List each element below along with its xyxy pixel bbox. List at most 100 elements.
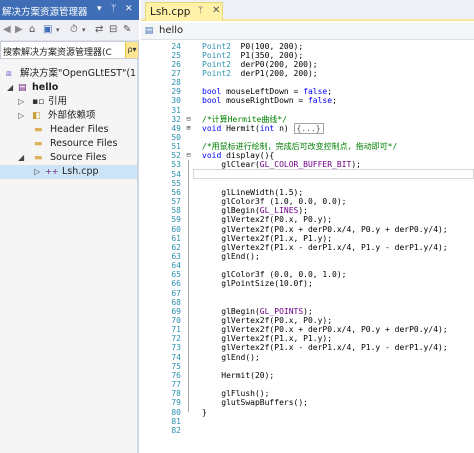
code-text: glVertex2f(P1.x - derP1.x/4, P1.y - derP… bbox=[202, 242, 448, 252]
code-text: } bbox=[202, 407, 207, 417]
line-number: 49 bbox=[171, 123, 181, 133]
code-text: Point2 derP0(200, 200); bbox=[202, 59, 318, 69]
dropdown-icon[interactable]: ▾ bbox=[97, 3, 102, 15]
line-number: 82 bbox=[171, 425, 181, 435]
line-number: 65 bbox=[171, 270, 181, 280]
line-number: 64 bbox=[171, 261, 181, 271]
code-line: 56 glLineWidth(1.5); bbox=[141, 188, 474, 197]
references-icon: ▪▫ bbox=[32, 97, 45, 107]
cpp-file-icon: ++ bbox=[45, 167, 59, 176]
code-line: 78 glFlush(); bbox=[141, 389, 474, 398]
pending-changes-dropdown-icon[interactable]: ▾ bbox=[82, 24, 86, 36]
code-line: 77 bbox=[141, 380, 474, 389]
tree-item-external-deps[interactable]: ▷ ◧ 外部依赖项 bbox=[0, 109, 137, 123]
close-icon[interactable]: ✕ bbox=[125, 3, 133, 15]
code-line: 25 Point2 P1(350, 200); bbox=[141, 51, 474, 60]
code-text: glColor3f (1.0, 0.0, 0.0); bbox=[202, 197, 347, 207]
close-icon[interactable]: ✕ bbox=[212, 5, 220, 16]
line-number: 58 bbox=[171, 206, 181, 216]
collapse-all-icon[interactable]: ⊟ bbox=[109, 24, 117, 36]
solution-explorer-titlebar: 解决方案资源管理器 ▾ ᛘ ✕ bbox=[0, 0, 139, 20]
code-line: 70 glVertex2f(P0.x, P0.y); bbox=[141, 316, 474, 325]
pin-icon[interactable]: ᛘ bbox=[111, 3, 116, 15]
collapse-icon[interactable]: ⊟ bbox=[184, 151, 193, 160]
code-line: 31 bbox=[141, 106, 474, 115]
code-line: 64 bbox=[141, 261, 474, 270]
navigation-bar: ▤ hello bbox=[141, 23, 474, 40]
tree-item-references[interactable]: ▷ ▪▫ 引用 bbox=[0, 95, 137, 109]
collapsed-arrow-icon[interactable]: ▷ bbox=[18, 110, 24, 122]
code-text: void Hermit(int n) {...} bbox=[202, 122, 324, 134]
sync-icon[interactable]: ⇄ bbox=[95, 24, 103, 36]
line-number: 70 bbox=[171, 316, 181, 325]
code-text: glBegin(GL_LINES); bbox=[202, 206, 308, 216]
code-line: 79 glutSwapBuffers(); bbox=[141, 398, 474, 407]
switch-views-dropdown-icon[interactable]: ▾ bbox=[56, 24, 60, 36]
switch-views-icon[interactable]: ▣ bbox=[43, 24, 52, 36]
pending-changes-icon[interactable]: ⏱ bbox=[70, 24, 78, 36]
line-number: 53 bbox=[171, 160, 181, 170]
code-line: 82 bbox=[141, 426, 474, 435]
code-text: glVertex2f(P0.x, P0.y); bbox=[202, 316, 333, 325]
code-line: 52 ⊟ void display(){ bbox=[141, 151, 474, 160]
line-number: 60 bbox=[171, 224, 181, 234]
code-text: Point2 P1(350, 200); bbox=[202, 50, 304, 60]
collapsed-arrow-icon[interactable]: ▷ bbox=[18, 96, 24, 108]
code-text: glEnd(); bbox=[202, 352, 260, 362]
back-icon[interactable]: ◀ bbox=[3, 24, 11, 36]
code-line: 28 bbox=[141, 78, 474, 87]
expanded-arrow-icon[interactable]: ◢ bbox=[18, 152, 24, 164]
code-line: 29 bool mouseLeftDown = false; bbox=[141, 87, 474, 96]
code-text: glFlush(); bbox=[202, 389, 270, 399]
code-text-area[interactable]: 24 Point2 P0(100, 200); 25 Point2 P1(350, 2… bbox=[141, 41, 474, 453]
pin-icon[interactable]: ᛘ bbox=[198, 6, 203, 16]
code-text: Point2 P0(100, 200); bbox=[202, 41, 304, 51]
collapse-icon[interactable]: ⊟ bbox=[184, 115, 193, 124]
tree-item-label: Resource Files bbox=[50, 138, 118, 149]
home-icon[interactable]: ⌂ bbox=[29, 24, 35, 36]
code-text: glVertex2f(P1.x, P1.y); bbox=[202, 233, 333, 243]
solution-search-input[interactable]: 搜索解决方案资源管理器(C ρ▾ bbox=[0, 41, 139, 59]
tree-item-source-files[interactable]: ◢ ▬ Source Files bbox=[0, 151, 137, 165]
code-line: 30 bool mouseRightDown = false; bbox=[141, 96, 474, 105]
line-number: 61 bbox=[171, 233, 181, 243]
tree-item-hello[interactable]: ◢ ▤ hello bbox=[0, 81, 137, 95]
line-number: 54 bbox=[171, 169, 181, 179]
tree-item-resource-files[interactable]: ▬ Resource Files bbox=[0, 137, 137, 151]
code-text: Point2 derP1(200, 200); bbox=[202, 68, 318, 78]
tree-item-label: 解决方案"OpenGLtEST"(1 bbox=[20, 68, 137, 79]
line-number: 52 bbox=[171, 151, 181, 161]
project-dropdown[interactable]: hello bbox=[159, 25, 183, 36]
code-line: 71 glVertex2f(P0.x + derP0.x/4, P0.y + d… bbox=[141, 325, 474, 334]
tree-item-label: Header Files bbox=[50, 124, 109, 135]
code-line: 75 bbox=[141, 362, 474, 371]
tree-item-label: 引用 bbox=[48, 96, 68, 107]
properties-icon[interactable]: ✎ bbox=[123, 24, 131, 36]
code-line: 81 bbox=[141, 417, 474, 426]
tree-item-lsh-cpp[interactable]: ▷ ++ Lsh.cpp bbox=[0, 165, 137, 179]
code-text: bool mouseRightDown = false; bbox=[202, 96, 337, 106]
code-text: glVertex2f(P0.x, P0.y); bbox=[202, 215, 333, 225]
code-text: glutSwapBuffers(); bbox=[202, 398, 308, 408]
folder-icon: ▬ bbox=[34, 139, 43, 149]
tree-item-label: Lsh.cpp bbox=[62, 166, 99, 177]
line-number: 56 bbox=[171, 187, 181, 197]
line-number: 28 bbox=[171, 78, 181, 88]
search-icon[interactable]: ρ▾ bbox=[125, 42, 138, 58]
code-text: /*用鼠标进行绘制，完成后可改变控制点，拖动即可*/ bbox=[202, 142, 398, 152]
collapsed-arrow-icon[interactable]: ▷ bbox=[34, 166, 40, 178]
code-line: 61 glVertex2f(P1.x, P1.y); bbox=[141, 234, 474, 243]
line-number: 71 bbox=[171, 325, 181, 335]
expand-icon[interactable]: ⊞ bbox=[184, 124, 193, 133]
code-line: 27 Point2 derP1(200, 200); bbox=[141, 69, 474, 78]
line-number: 76 bbox=[171, 370, 181, 380]
tree-item-header-files[interactable]: ▬ Header Files bbox=[0, 123, 137, 137]
forward-icon[interactable]: ▶ bbox=[15, 24, 23, 36]
code-line: 80} bbox=[141, 408, 474, 417]
code-text: glVertex2f(P1.x - derP1.x/4, P1.y - derP… bbox=[202, 343, 448, 353]
line-number: 68 bbox=[171, 297, 181, 307]
code-line: 26 Point2 derP0(200, 200); bbox=[141, 60, 474, 69]
expanded-arrow-icon[interactable]: ◢ bbox=[7, 82, 13, 94]
tab-lsh-cpp[interactable]: Lsh.cpp ᛘ ✕ bbox=[145, 2, 223, 21]
tree-item-solution[interactable]: ⧈ 解决方案"OpenGLtEST"(1 bbox=[0, 67, 137, 81]
